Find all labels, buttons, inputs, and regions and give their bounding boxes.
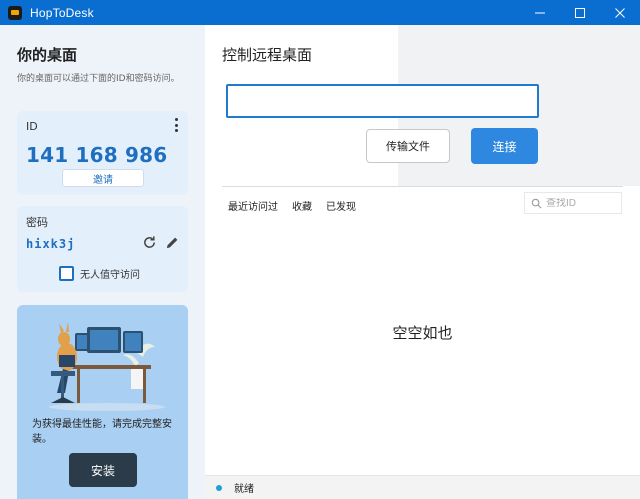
refresh-icon[interactable]	[142, 235, 157, 250]
status-bar: 就绪	[205, 475, 640, 499]
minimize-icon	[535, 12, 545, 13]
maximize-button[interactable]	[560, 0, 600, 25]
minimize-button[interactable]	[520, 0, 560, 25]
unattended-access-toggle[interactable]: 无人值守访问	[59, 266, 140, 281]
hoptodesk-logo-icon	[8, 5, 22, 20]
search-icon	[531, 198, 542, 208]
install-illustration	[49, 322, 165, 411]
window-controls	[520, 0, 640, 25]
more-options-icon[interactable]	[174, 118, 178, 132]
tab-favorites[interactable]: 收藏	[292, 198, 312, 213]
transfer-file-button[interactable]: 传输文件	[366, 129, 450, 163]
install-prompt-text: 为获得最佳性能，请完成完整安装。	[32, 419, 172, 445]
control-remote-desktop-title: 控制远程桌面	[222, 46, 313, 64]
id-label: ID	[26, 120, 38, 133]
password-value: hixk3j	[26, 237, 76, 251]
window-title: HopToDesk	[30, 5, 94, 20]
install-button[interactable]: 安装	[69, 453, 137, 487]
close-button[interactable]	[600, 0, 640, 25]
tab-recent[interactable]: 最近访问过	[228, 198, 278, 213]
status-text: 就绪	[234, 484, 254, 495]
tab-discovered[interactable]: 已发现	[326, 198, 356, 213]
search-id-input[interactable]	[546, 197, 621, 209]
peer-tabs: 最近访问过 收藏 已发现	[228, 198, 370, 213]
install-card: 为获得最佳性能，请完成完整安装。 安装	[17, 305, 188, 499]
search-id-box[interactable]	[524, 192, 622, 214]
section-divider	[222, 186, 623, 187]
unattended-access-checkbox[interactable]	[59, 266, 74, 281]
connect-button[interactable]: 连接	[471, 128, 538, 164]
invite-button[interactable]: 邀请	[62, 169, 144, 187]
id-card: ID 141 168 986 邀请	[17, 111, 188, 195]
status-indicator	[216, 484, 222, 491]
left-panel: 你的桌面 你的桌面可以通过下面的ID和密码访问。 ID 141 168 986 …	[0, 25, 205, 499]
id-value: 141 168 986	[26, 143, 168, 167]
maximize-icon	[575, 7, 585, 18]
unattended-access-label: 无人值守访问	[80, 270, 140, 281]
close-icon	[615, 7, 625, 18]
empty-list-text: 空空如也	[392, 324, 453, 342]
right-panel: 控制远程桌面 传输文件 连接 最近访问过 收藏 已发现 空空如也 就绪	[205, 25, 640, 499]
title-bar: HopToDesk	[0, 0, 640, 25]
your-desktop-title: 你的桌面	[17, 46, 78, 64]
your-desktop-subtitle: 你的桌面可以通过下面的ID和密码访问。	[17, 74, 180, 84]
password-label: 密码	[26, 216, 48, 229]
remote-id-input[interactable]	[226, 84, 539, 118]
password-card: 密码 hixk3j 无人值守访问	[17, 206, 188, 292]
edit-icon[interactable]	[165, 235, 180, 250]
